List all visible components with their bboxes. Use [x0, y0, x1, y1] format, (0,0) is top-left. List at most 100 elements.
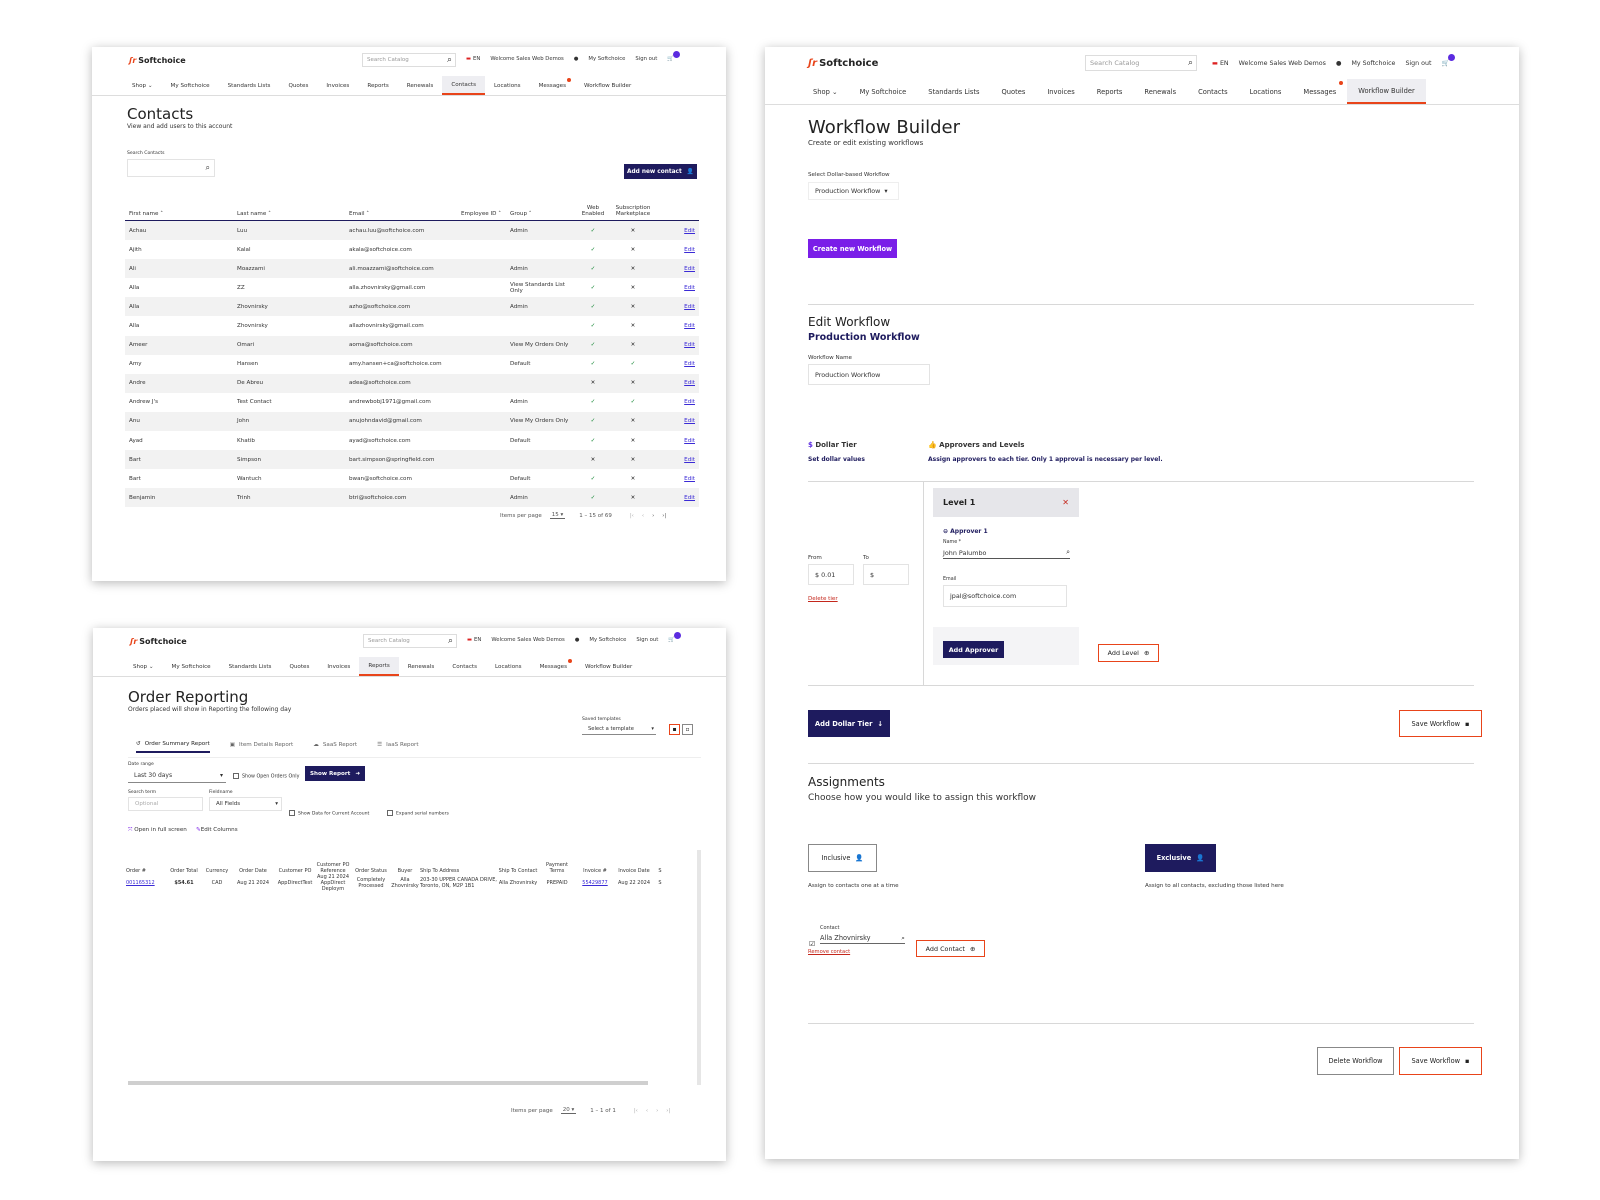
workflow-name-input[interactable]: Production Workflow — [808, 364, 930, 385]
horizontal-scrollbar[interactable] — [128, 1081, 648, 1085]
last-page-icon[interactable]: ›| — [666, 1108, 670, 1114]
edit-link[interactable]: Edit — [684, 285, 695, 291]
edit-link[interactable]: Edit — [684, 476, 695, 482]
nav-renewals[interactable]: Renewals — [398, 76, 443, 95]
search-catalog-input[interactable]: Search Catalog ⌕ — [362, 53, 456, 67]
tab-iaas-report[interactable]: ☰ IaaS Report — [377, 741, 418, 753]
nav-standards-lists[interactable]: Standards Lists — [917, 79, 990, 104]
nav-invoices[interactable]: Invoices — [1036, 79, 1085, 104]
nav-messages[interactable]: Messages — [530, 76, 575, 95]
sign-out-link[interactable]: Sign out — [1405, 60, 1431, 67]
add-level-button[interactable]: Add Level ⊕ — [1098, 644, 1159, 662]
prev-page-icon[interactable]: ‹ — [642, 513, 644, 519]
first-page-icon[interactable]: |‹ — [630, 513, 634, 519]
select-workflow-dropdown[interactable]: Production Workflow ▾ — [808, 182, 899, 200]
col-header[interactable]: Invoice Date — [614, 868, 654, 874]
nav-standards-lists[interactable]: Standards Lists — [219, 76, 280, 95]
edit-link[interactable]: Edit — [684, 495, 695, 501]
col-header[interactable]: Currency — [204, 868, 230, 874]
items-per-page-select[interactable]: 15 ▾ — [549, 512, 566, 519]
edit-link[interactable]: Edit — [684, 418, 695, 424]
edit-link[interactable]: Edit — [684, 399, 695, 405]
approver-email-input[interactable]: jpal@softchoice.com — [943, 585, 1067, 607]
vertical-scrollbar[interactable] — [697, 850, 701, 1085]
edit-link[interactable]: Edit — [684, 457, 695, 463]
nav-contacts[interactable]: Contacts — [442, 76, 486, 95]
my-softchoice-link[interactable]: My Softchoice — [589, 637, 626, 643]
col-header[interactable]: Ship To Address — [420, 868, 498, 874]
search-catalog-input[interactable]: Search Catalog ⌕ — [363, 634, 457, 648]
search-icon[interactable]: ⌕ — [1188, 58, 1193, 68]
expand-serials-checkbox[interactable]: Expand serial numbers — [387, 810, 449, 817]
nav-renewals[interactable]: Renewals — [1133, 79, 1187, 104]
fieldname-select[interactable]: All Fields ▾ — [209, 797, 282, 811]
edit-link[interactable]: Edit — [684, 342, 695, 348]
edit-link[interactable]: Edit — [684, 266, 695, 272]
from-input[interactable]: $ 0.01 — [808, 564, 854, 585]
softchoice-logo[interactable]: ʃr Softchoice — [130, 637, 187, 646]
remove-contact-link[interactable]: Remove contact — [808, 949, 850, 955]
search-icon[interactable]: ⌕ — [901, 934, 905, 943]
nav-invoices[interactable]: Invoices — [317, 76, 358, 95]
search-icon[interactable]: ⌕ — [206, 163, 210, 173]
col-header[interactable]: Invoice # — [576, 868, 614, 874]
table-cell[interactable]: 001165312 — [126, 880, 164, 886]
nav-shop[interactable]: Shop ⌄ — [802, 79, 849, 104]
date-range-select[interactable]: Last 30 days ▾ — [128, 769, 226, 783]
col-email[interactable]: Email ˄ — [349, 211, 461, 217]
items-per-page-select[interactable]: 20 ▾ — [560, 1107, 577, 1114]
nav-my-softchoice[interactable]: My Softchoice — [162, 76, 219, 95]
language-selector[interactable]: ▬ EN — [1212, 60, 1229, 67]
next-page-icon[interactable]: › — [652, 513, 654, 519]
nav-workflow-builder[interactable]: Workflow Builder — [1347, 79, 1426, 104]
open-full-screen-link[interactable]: ⤧ Open in full screen — [128, 827, 187, 834]
nav-contacts[interactable]: Contacts — [443, 657, 486, 676]
col-header[interactable]: Buyer — [390, 868, 420, 874]
minus-circle-icon[interactable]: ⊖ — [943, 528, 948, 535]
nav-locations[interactable]: Locations — [485, 76, 530, 95]
user-icon[interactable]: ● — [1336, 60, 1342, 67]
saved-templates-select[interactable]: Select a template ▾ — [582, 724, 656, 735]
tab-saas-report[interactable]: ☁ SaaS Report — [313, 741, 357, 753]
exclusive-button[interactable]: Exclusive 👤 — [1145, 844, 1216, 872]
col-employee-id[interactable]: Employee ID ˄ — [461, 211, 510, 217]
create-new-workflow-button[interactable]: Create new Workflow — [808, 239, 897, 258]
col-header[interactable]: Order # — [126, 868, 164, 874]
my-softchoice-link[interactable]: My Softchoice — [1351, 60, 1395, 67]
save-workflow-button-bottom[interactable]: Save Workflow ▪ — [1399, 1047, 1482, 1075]
edit-link[interactable]: Edit — [684, 228, 695, 234]
approver-name-input[interactable]: John Palumbo ⌕ — [943, 547, 1070, 559]
edit-link[interactable]: Edit — [684, 304, 695, 310]
inclusive-button[interactable]: Inclusive 👤 — [808, 844, 877, 872]
search-icon[interactable]: ⌕ — [448, 636, 453, 646]
contact-input[interactable]: Alla Zhovnirsky ⌕ — [820, 933, 905, 944]
edit-link[interactable]: Edit — [684, 247, 695, 253]
add-new-contact-button[interactable]: Add new contact 👤 — [624, 164, 697, 179]
search-icon[interactable]: ⌕ — [1066, 548, 1070, 557]
delete-tier-link[interactable]: Delete tier — [808, 596, 838, 602]
nav-reports[interactable]: Reports — [1086, 79, 1134, 104]
col-header[interactable]: Order Date — [230, 868, 276, 874]
to-input[interactable]: $ — [863, 564, 909, 585]
col-header[interactable]: Customer PO — [276, 868, 314, 874]
language-selector[interactable]: ▬ EN — [467, 637, 481, 643]
nav-shop[interactable]: Shop ⌄ — [123, 76, 162, 95]
first-page-icon[interactable]: |‹ — [634, 1108, 638, 1114]
cart-icon[interactable]: 🛒 — [668, 632, 681, 643]
tab-item-details-report[interactable]: ▣ Item Details Report — [230, 741, 294, 753]
search-term-input[interactable]: Optional — [128, 797, 203, 811]
col-web-enabled[interactable]: Web Enabled — [579, 205, 607, 217]
edit-columns-link[interactable]: ✎Edit Columns — [196, 827, 238, 833]
cart-icon[interactable]: 🛒 — [667, 51, 680, 62]
nav-locations[interactable]: Locations — [1239, 79, 1293, 104]
nav-reports[interactable]: Reports — [358, 76, 397, 95]
edit-link[interactable]: Edit — [684, 323, 695, 329]
nav-shop[interactable]: Shop ⌄ — [124, 657, 163, 676]
user-icon[interactable]: ● — [575, 637, 580, 643]
show-open-orders-checkbox[interactable]: Show Open Orders Only — [233, 773, 299, 780]
show-current-account-checkbox[interactable]: Show Data for Current Account — [289, 810, 369, 817]
nav-quotes[interactable]: Quotes — [279, 76, 317, 95]
col-subscription-marketplace[interactable]: Subscription Marketplace — [607, 205, 659, 217]
col-group[interactable]: Group ˄ — [510, 211, 579, 217]
col-header[interactable]: S — [654, 868, 666, 874]
